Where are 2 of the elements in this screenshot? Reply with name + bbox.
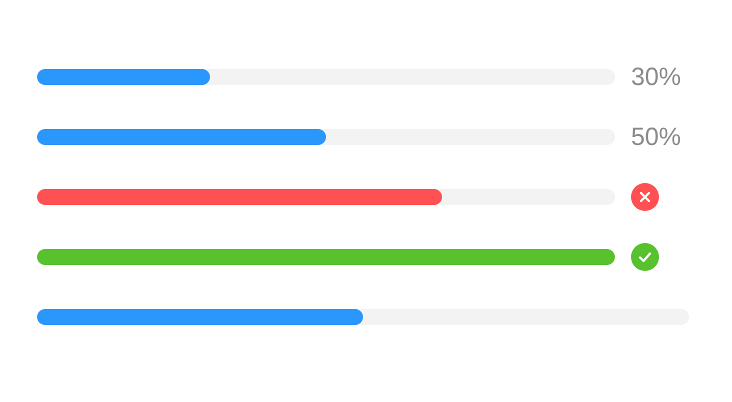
progress-percentage: 50% xyxy=(631,122,682,152)
progress-percentage: 30% xyxy=(631,62,682,92)
